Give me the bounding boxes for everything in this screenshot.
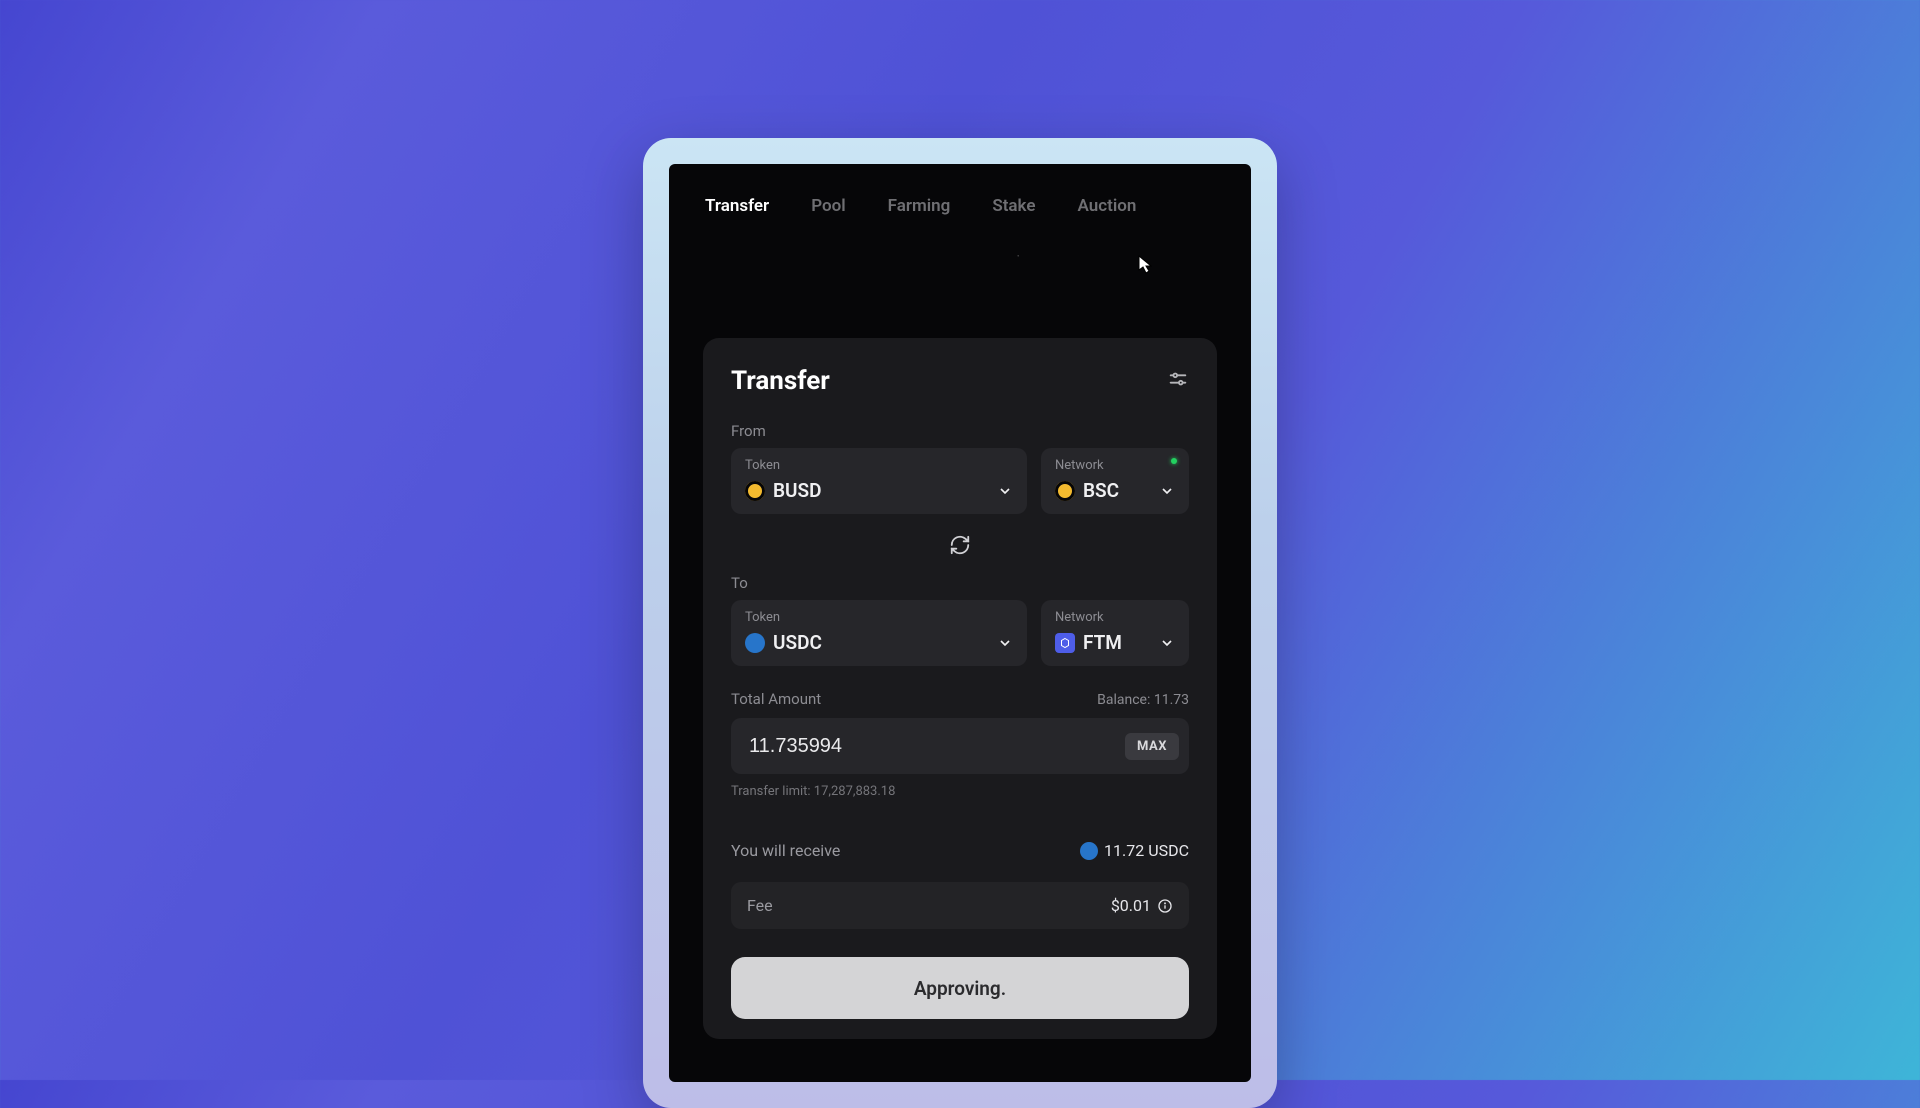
transfer-card: Transfer From Token BUSD: [703, 338, 1217, 1039]
ftm-icon: [1055, 633, 1075, 653]
from-label: From: [731, 422, 1189, 440]
from-network-selector[interactable]: Network BSC: [1041, 448, 1189, 514]
token-label: Token: [745, 458, 1013, 473]
amount-header: Total Amount Balance: 11.73: [731, 690, 1189, 708]
tab-auction[interactable]: Auction: [1078, 196, 1137, 216]
chevron-down-icon: [997, 483, 1013, 499]
from-row: Token BUSD Network BSC: [731, 448, 1189, 514]
to-row: Token USDC Network FTM: [731, 600, 1189, 666]
from-token-value: BUSD: [773, 479, 822, 502]
to-network-selector[interactable]: Network FTM: [1041, 600, 1189, 666]
max-button[interactable]: MAX: [1125, 733, 1179, 760]
usdc-icon: [745, 633, 765, 653]
nav-tabs: Transfer Pool Farming Stake Auction: [669, 164, 1251, 248]
settings-button[interactable]: [1167, 368, 1189, 394]
swap-button[interactable]: [949, 534, 971, 560]
from-token-selector[interactable]: Token BUSD: [731, 448, 1027, 514]
card-title: Transfer: [731, 366, 830, 396]
tab-stake[interactable]: Stake: [992, 196, 1035, 216]
tab-transfer[interactable]: Transfer: [705, 196, 769, 216]
balance-label: Balance: 11.73: [1097, 692, 1189, 708]
network-label: Network: [1055, 458, 1175, 473]
status-dot-icon: [1171, 458, 1177, 464]
tab-farming[interactable]: Farming: [888, 196, 951, 216]
receive-row: You will receive 11.72 USDC: [731, 841, 1189, 860]
amount-label: Total Amount: [731, 690, 821, 708]
token-label: Token: [745, 610, 1013, 625]
approve-button[interactable]: Approving.: [731, 957, 1189, 1019]
chevron-down-icon: [997, 635, 1013, 651]
usdc-icon: [1080, 842, 1098, 860]
to-token-selector[interactable]: Token USDC: [731, 600, 1027, 666]
card-header: Transfer: [731, 366, 1189, 396]
fee-value: $0.01: [1111, 896, 1151, 915]
chevron-down-icon: [1159, 635, 1175, 651]
receive-label: You will receive: [731, 841, 840, 860]
transfer-limit: Transfer limit: 17,287,883.18: [731, 784, 1189, 799]
tab-pool[interactable]: Pool: [811, 196, 845, 216]
device-frame: Transfer Pool Farming Stake Auction Tran…: [643, 138, 1277, 1108]
fee-row: Fee $0.01: [731, 882, 1189, 929]
busd-icon: [745, 481, 765, 501]
to-label: To: [731, 574, 1189, 592]
swap-icon: [949, 534, 971, 556]
chevron-down-icon: [1159, 483, 1175, 499]
bsc-icon: [1055, 481, 1075, 501]
from-network-value: BSC: [1083, 479, 1119, 502]
fee-label: Fee: [747, 896, 773, 915]
to-token-value: USDC: [773, 631, 822, 654]
app-screen: Transfer Pool Farming Stake Auction Tran…: [669, 164, 1251, 1082]
amount-input[interactable]: [749, 735, 1125, 758]
network-label: Network: [1055, 610, 1175, 625]
info-icon[interactable]: [1157, 898, 1173, 914]
swap-row: [731, 534, 1189, 560]
receive-value: 11.72 USDC: [1104, 841, 1189, 860]
sliders-icon: [1167, 368, 1189, 390]
amount-box: MAX: [731, 718, 1189, 774]
to-network-value: FTM: [1083, 631, 1122, 654]
